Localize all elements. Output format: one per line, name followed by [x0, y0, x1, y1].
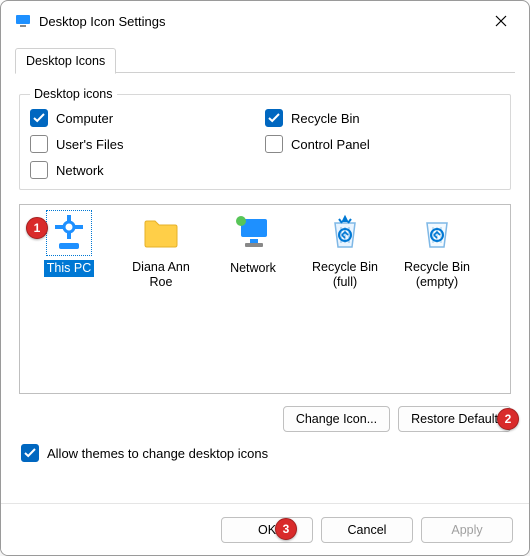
tab-strip: Desktop Icons	[15, 47, 515, 73]
preview-item-recycle-full[interactable]: Recycle Bin (full)	[300, 213, 390, 291]
recycle-bin-full-icon	[325, 213, 365, 253]
preview-item-label: Network	[227, 260, 279, 277]
checkbox-box	[30, 161, 48, 179]
checkbox-label: Recycle Bin	[291, 111, 360, 126]
close-button[interactable]	[481, 5, 521, 37]
checkbox-box	[265, 135, 283, 153]
tab-desktop-icons[interactable]: Desktop Icons	[15, 48, 116, 74]
preview-item-label: Recycle Bin (full)	[300, 259, 390, 291]
dialog-window: Desktop Icon Settings Desktop Icons Desk…	[0, 0, 530, 556]
app-icon	[15, 13, 31, 29]
folder-icon	[141, 213, 181, 253]
recycle-bin-empty-icon	[417, 213, 457, 253]
checkbox-label: Allow themes to change desktop icons	[47, 446, 268, 461]
checkbox-network[interactable]: Network	[30, 161, 265, 179]
change-icon-button[interactable]: Change Icon...	[283, 406, 390, 432]
client-area: Desktop Icons Desktop icons Computer Rec…	[1, 41, 529, 474]
cancel-button[interactable]: Cancel	[321, 517, 413, 543]
checkbox-label: Network	[56, 163, 104, 178]
checkbox-box	[21, 444, 39, 462]
dialog-footer: OK 3 Cancel Apply	[1, 503, 529, 555]
checkbox-label: User's Files	[56, 137, 124, 152]
checkbox-recycle-bin[interactable]: Recycle Bin	[265, 109, 500, 127]
icon-preview: 1 This PC Diana Ann Roe Network	[19, 204, 511, 394]
restore-default-button[interactable]: Restore Default	[398, 406, 511, 432]
preview-item-label: Recycle Bin (empty)	[392, 259, 482, 291]
window-title: Desktop Icon Settings	[39, 14, 481, 29]
network-icon	[233, 213, 273, 253]
annotation-badge-1: 1	[26, 217, 48, 239]
titlebar: Desktop Icon Settings	[1, 1, 529, 41]
desktop-icons-group: Desktop icons Computer Recycle Bin User'…	[19, 87, 511, 190]
close-icon	[495, 15, 507, 27]
checkbox-computer[interactable]: Computer	[30, 109, 265, 127]
checkbox-allow-themes[interactable]: Allow themes to change desktop icons	[21, 444, 268, 462]
preview-item-recycle-empty[interactable]: Recycle Bin (empty)	[392, 213, 482, 291]
checkbox-label: Computer	[56, 111, 113, 126]
annotation-badge-2: 2	[497, 408, 519, 430]
group-legend: Desktop icons	[30, 87, 117, 101]
annotation-badge-3: 3	[275, 518, 297, 540]
checkbox-users-files[interactable]: User's Files	[30, 135, 265, 153]
checkbox-control-panel[interactable]: Control Panel	[265, 135, 500, 153]
checkbox-label: Control Panel	[291, 137, 370, 152]
checkbox-box	[265, 109, 283, 127]
preview-item-label: Diana Ann Roe	[116, 259, 206, 291]
preview-item-network[interactable]: Network	[208, 213, 298, 277]
preview-item-user-folder[interactable]: Diana Ann Roe	[116, 213, 206, 291]
checkbox-box	[30, 109, 48, 127]
preview-item-label: This PC	[44, 260, 94, 277]
checkbox-box	[30, 135, 48, 153]
this-pc-icon	[49, 213, 89, 253]
ok-button[interactable]: OK	[221, 517, 313, 543]
apply-button[interactable]: Apply	[421, 517, 513, 543]
